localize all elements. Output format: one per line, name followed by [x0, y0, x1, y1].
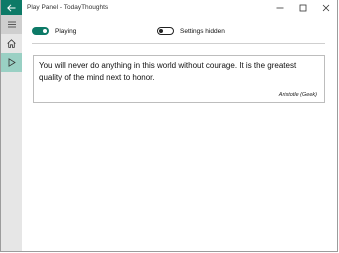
maximize-button[interactable] [291, 0, 314, 15]
playing-toggle[interactable] [32, 27, 49, 35]
play-icon [8, 58, 16, 67]
settings-hidden-toggle[interactable] [157, 27, 174, 35]
sidebar-item-play[interactable] [1, 53, 22, 72]
hamburger-menu-button[interactable] [1, 15, 22, 34]
divider [32, 43, 325, 44]
toggle-knob [43, 29, 47, 33]
window-controls [268, 0, 337, 15]
hamburger-menu-icon [7, 21, 16, 28]
app-window: Play Panel - TodayThoughts Playing Setti… [0, 0, 338, 252]
title-bar: Play Panel - TodayThoughts [1, 0, 337, 15]
close-icon [322, 4, 329, 11]
back-arrow-icon [7, 3, 16, 12]
quote-author: Aristotle (Geek) [278, 92, 317, 98]
minimize-button[interactable] [268, 0, 291, 15]
maximize-icon [299, 4, 306, 11]
toggle-knob [159, 29, 163, 33]
window-title: Play Panel - TodayThoughts [27, 4, 109, 11]
playing-toggle-row: Playing [32, 27, 76, 35]
playing-toggle-label: Playing [55, 27, 77, 35]
main-content: Playing Settings hidden You will never d… [22, 15, 337, 251]
sidebar-item-home[interactable] [1, 34, 22, 53]
close-button[interactable] [314, 0, 337, 15]
quote-text: You will never do anything in this world… [39, 61, 297, 82]
minimize-icon [276, 7, 283, 8]
back-button[interactable] [1, 0, 22, 15]
settings-hidden-toggle-label: Settings hidden [180, 27, 225, 35]
quote-card: You will never do anything in this world… [33, 55, 325, 103]
settings-toggle-row: Settings hidden [157, 27, 225, 35]
home-icon [7, 39, 16, 48]
nav-sidebar [1, 15, 22, 251]
